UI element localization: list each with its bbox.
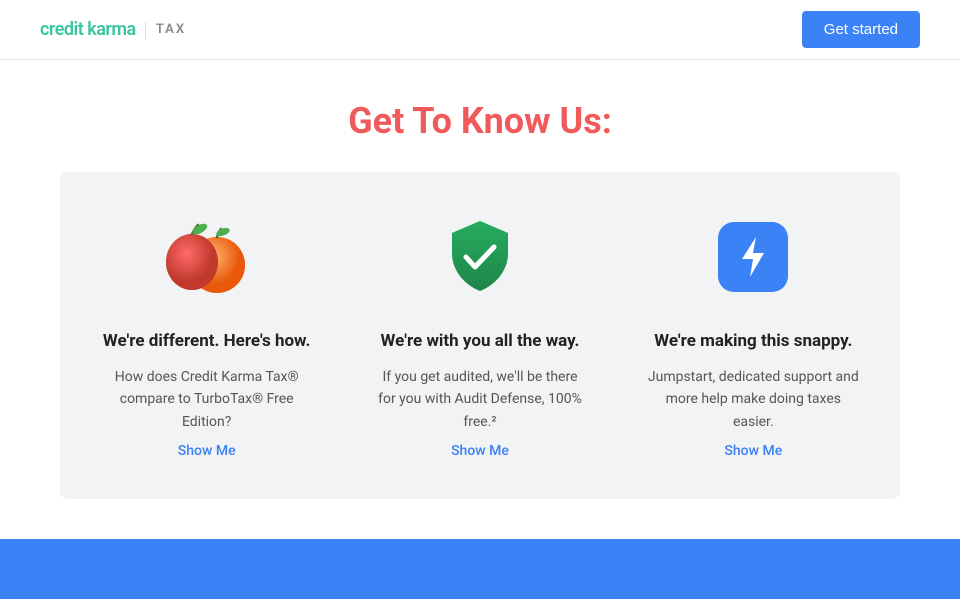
- card-different-title: We're different. Here's how.: [103, 330, 311, 352]
- get-started-button[interactable]: Get started: [802, 11, 920, 48]
- header: credit karma | TAX Get started: [0, 0, 960, 60]
- card-with-you-description: If you get audited, we'll be there for y…: [373, 366, 586, 433]
- card-snappy: We're making this snappy. Jumpstart, ded…: [627, 212, 880, 459]
- shield-check-icon: [435, 212, 525, 302]
- apple-orange-icon: [162, 212, 252, 302]
- card-with-you-show-me[interactable]: Show Me: [451, 443, 509, 459]
- card-different: We're different. Here's how. How does Cr…: [80, 212, 333, 459]
- logo: credit karma | TAX: [40, 18, 186, 42]
- logo-separator: |: [144, 18, 148, 42]
- card-different-show-me[interactable]: Show Me: [178, 443, 236, 459]
- card-snappy-title: We're making this snappy.: [654, 330, 852, 352]
- logo-tax: TAX: [156, 22, 186, 37]
- lightning-icon-bg: [718, 222, 788, 292]
- logo-credit-karma: credit karma: [40, 19, 136, 40]
- cards-container: We're different. Here's how. How does Cr…: [60, 172, 900, 499]
- card-snappy-show-me[interactable]: Show Me: [724, 443, 782, 459]
- card-with-you-title: We're with you all the way.: [381, 330, 580, 352]
- page-title: Get To Know Us:: [60, 100, 900, 142]
- card-with-you: We're with you all the way. If you get a…: [353, 212, 606, 459]
- card-different-description: How does Credit Karma Tax® compare to Tu…: [100, 366, 313, 433]
- bottom-bar: [0, 539, 960, 599]
- main-content: Get To Know Us:: [0, 60, 960, 499]
- lightning-icon: [708, 212, 798, 302]
- card-snappy-description: Jumpstart, dedicated support and more he…: [647, 366, 860, 433]
